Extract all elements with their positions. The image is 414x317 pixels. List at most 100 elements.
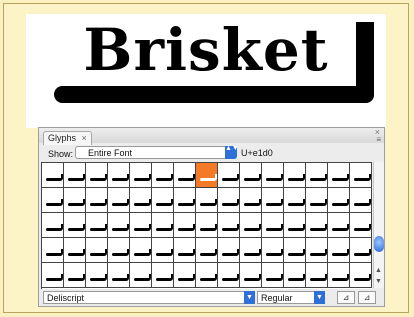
glyph-cell[interactable] [306, 263, 328, 288]
glyph-cell[interactable] [328, 213, 350, 238]
glyph-cell[interactable] [306, 163, 328, 188]
glyph-cell[interactable] [350, 213, 372, 238]
glyph-cell[interactable] [328, 188, 350, 213]
glyph-cell[interactable] [240, 238, 262, 263]
glyph-cell-selected[interactable] [196, 163, 218, 188]
glyph-swash-icon [310, 249, 327, 256]
glyph-cell[interactable] [262, 213, 284, 238]
scroll-up-icon[interactable]: ▲ [375, 267, 382, 274]
glyph-cell[interactable] [130, 188, 152, 213]
glyph-cell[interactable] [130, 163, 152, 188]
glyph-swash-icon [332, 274, 349, 281]
glyph-cell[interactable] [130, 263, 152, 288]
glyph-cell[interactable] [64, 263, 86, 288]
tab-close-icon[interactable]: × [82, 133, 87, 143]
glyph-cell[interactable] [240, 163, 262, 188]
glyph-cell[interactable] [262, 163, 284, 188]
glyph-cell[interactable] [350, 263, 372, 288]
glyph-cell[interactable] [328, 163, 350, 188]
glyph-cell[interactable] [86, 238, 108, 263]
glyph-cell[interactable] [306, 213, 328, 238]
zoom-in-button[interactable]: ⊿ [358, 291, 376, 304]
glyph-cell[interactable] [64, 213, 86, 238]
glyph-cell[interactable] [284, 188, 306, 213]
glyph-cell[interactable] [42, 188, 64, 213]
glyph-cell[interactable] [108, 188, 130, 213]
glyph-swash-icon [90, 249, 107, 256]
glyph-swash-icon [90, 224, 107, 231]
glyph-cell[interactable] [86, 163, 108, 188]
glyph-cell[interactable] [174, 213, 196, 238]
glyph-cell[interactable] [42, 163, 64, 188]
glyph-swash-icon [288, 224, 305, 231]
glyph-cell[interactable] [152, 163, 174, 188]
glyph-cell[interactable] [152, 238, 174, 263]
glyph-cell[interactable] [64, 238, 86, 263]
glyphs-panel: Glyphs × × ≡ Show: Entire Font ▲▼ U+e1d0… [38, 127, 385, 307]
vertical-scrollbar[interactable]: ▲ ▼ [373, 162, 384, 288]
glyph-swash-icon [178, 199, 195, 206]
glyph-cell[interactable] [306, 188, 328, 213]
glyph-cell[interactable] [64, 188, 86, 213]
glyph-cell[interactable] [240, 188, 262, 213]
unicode-readout: U+e1d0 [241, 148, 273, 158]
glyph-swash-icon [200, 274, 217, 281]
glyph-cell[interactable] [108, 213, 130, 238]
glyph-cell[interactable] [262, 188, 284, 213]
glyph-cell[interactable] [86, 213, 108, 238]
glyph-cell[interactable] [262, 263, 284, 288]
glyph-cell[interactable] [174, 263, 196, 288]
glyph-cell[interactable] [86, 188, 108, 213]
show-select[interactable]: Entire Font ▲▼ [75, 145, 239, 159]
glyph-cell[interactable] [130, 213, 152, 238]
glyph-swash-icon [288, 249, 305, 256]
font-family-select[interactable]: Deliscript ▼ [43, 291, 255, 304]
glyph-cell[interactable] [152, 263, 174, 288]
glyph-cell[interactable] [218, 163, 240, 188]
tab-glyphs[interactable]: Glyphs × [43, 131, 92, 145]
glyph-cell[interactable] [42, 263, 64, 288]
glyph-swash-icon [46, 224, 63, 231]
glyph-cell[interactable] [284, 163, 306, 188]
glyph-cell[interactable] [86, 263, 108, 288]
glyph-cell[interactable] [218, 263, 240, 288]
glyph-cell[interactable] [328, 263, 350, 288]
glyph-cell[interactable] [196, 263, 218, 288]
glyph-cell[interactable] [218, 213, 240, 238]
panel-menu-icon[interactable]: ≡ [376, 136, 381, 144]
glyph-cell[interactable] [240, 263, 262, 288]
glyph-cell[interactable] [152, 188, 174, 213]
glyph-cell[interactable] [218, 188, 240, 213]
glyph-cell[interactable] [218, 238, 240, 263]
glyph-cell[interactable] [350, 188, 372, 213]
glyph-cell[interactable] [284, 263, 306, 288]
glyph-cell[interactable] [174, 163, 196, 188]
glyph-cell[interactable] [284, 238, 306, 263]
glyph-cell[interactable] [108, 238, 130, 263]
glyph-cell[interactable] [328, 238, 350, 263]
glyph-cell[interactable] [174, 188, 196, 213]
glyph-swash-icon [222, 274, 239, 281]
glyph-cell[interactable] [108, 163, 130, 188]
glyph-cell[interactable] [42, 238, 64, 263]
glyph-cell[interactable] [42, 213, 64, 238]
glyph-cell[interactable] [240, 213, 262, 238]
glyph-cell[interactable] [174, 238, 196, 263]
glyph-cell[interactable] [196, 188, 218, 213]
glyph-cell[interactable] [130, 238, 152, 263]
scroll-down-icon[interactable]: ▼ [375, 278, 382, 285]
glyph-cell[interactable] [284, 213, 306, 238]
glyph-cell[interactable] [64, 163, 86, 188]
zoom-out-button[interactable]: ⊿ [337, 291, 355, 304]
scrollbar-thumb[interactable] [374, 236, 384, 252]
glyph-cell[interactable] [350, 163, 372, 188]
glyph-cell[interactable] [152, 213, 174, 238]
glyph-cell[interactable] [350, 238, 372, 263]
glyph-cell[interactable] [196, 238, 218, 263]
font-style-select[interactable]: Regular ▼ [257, 291, 325, 304]
glyph-cell[interactable] [108, 263, 130, 288]
glyph-cell[interactable] [196, 213, 218, 238]
glyph-cell[interactable] [306, 238, 328, 263]
glyph-cell[interactable] [262, 238, 284, 263]
glyph-swash-icon [112, 174, 129, 181]
